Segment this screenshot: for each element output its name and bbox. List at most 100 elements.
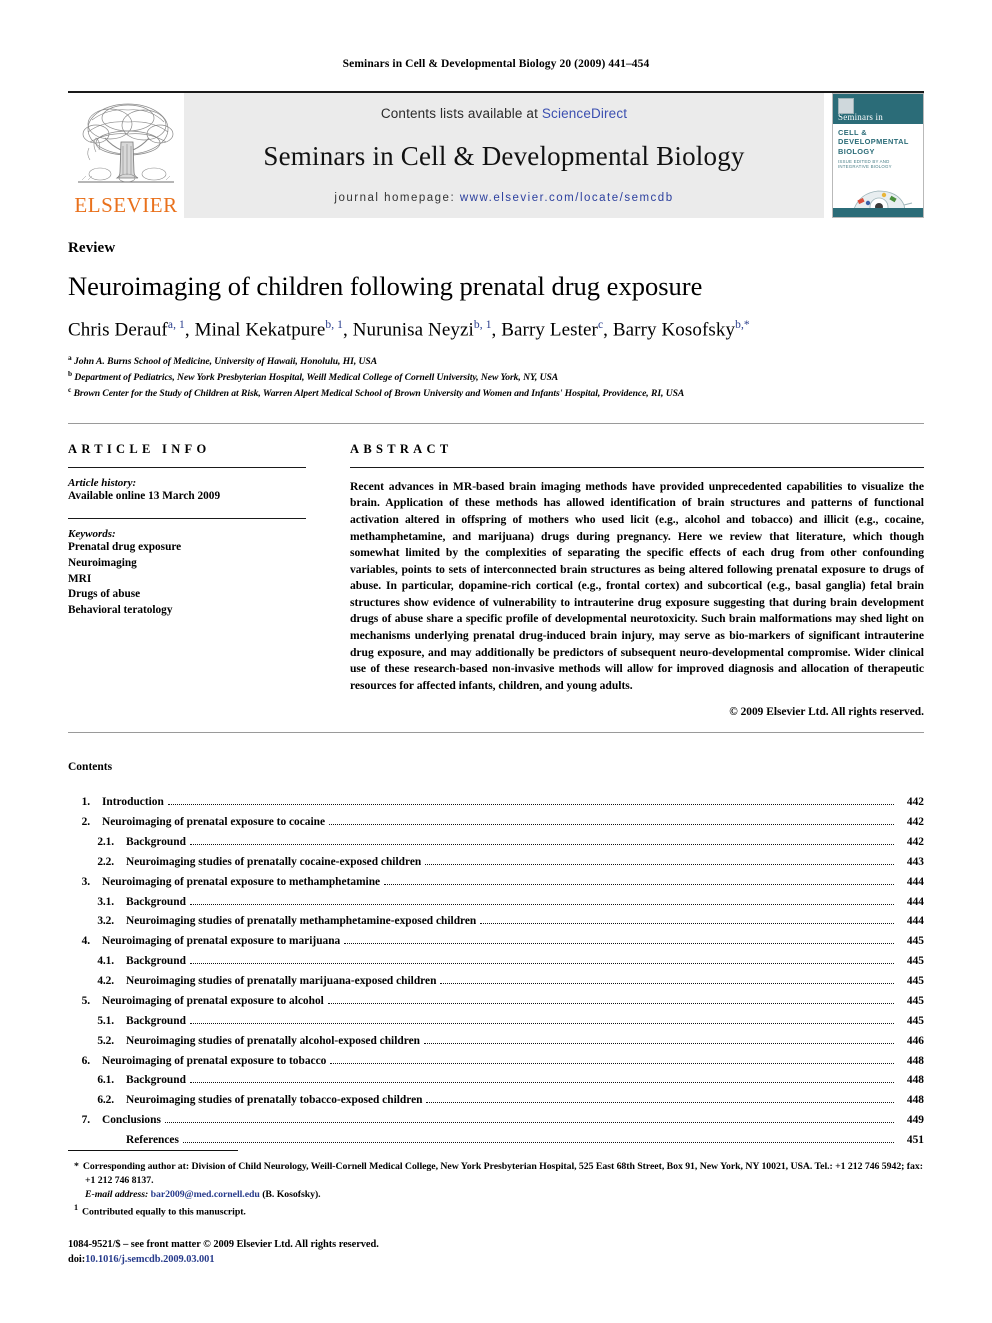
toc-entry-number: 2.2. [97, 855, 114, 868]
article-history-value: Available online 13 March 2009 [68, 489, 221, 502]
cover-title: CELL & DEVELOPMENTAL BIOLOGY [838, 128, 909, 156]
toc-entry[interactable]: 3. Neuroimaging of prenatal exposure to m… [68, 872, 924, 892]
journal-homepage-line: journal homepage: www.elsevier.com/locat… [334, 192, 673, 204]
info-abstract-block: ARTICLE INFO Article history: Available … [68, 422, 924, 718]
email-owner: (B. Kosofsky). [262, 1189, 321, 1201]
doi-label: doi: [68, 1254, 86, 1266]
toc-entry[interactable]: 3.1. Background 444 [68, 892, 924, 912]
toc-entry[interactable]: 5.1. Background 445 [68, 1012, 924, 1032]
toc-entry[interactable]: References 451 [68, 1131, 924, 1151]
toc-entry-number: 1. [81, 796, 90, 809]
toc-leader-dots [426, 1102, 894, 1104]
issn-block: 1084-9521/$ – see front matter © 2009 El… [68, 1237, 924, 1268]
affiliation-mark: b [68, 368, 73, 378]
affiliation-item: c Brown Center for the Study of Children… [68, 384, 685, 399]
author-name: Minal Kekatpure [194, 319, 326, 341]
author-list: Chris Deraufa, 1, Minal Kekatpureb, 1, N… [68, 319, 750, 341]
toc-entry-number: 6. [81, 1054, 90, 1067]
toc-entry[interactable]: 2. Neuroimaging of prenatal exposure to c… [68, 813, 924, 833]
toc-leader-dots [189, 843, 894, 845]
sciencedirect-link[interactable]: ScienceDirect [542, 106, 627, 121]
affiliation-item: a John A. Burns School of Medicine, Univ… [68, 352, 378, 367]
email-link[interactable]: bar2009@med.cornell.edu [151, 1189, 260, 1200]
author-name: Chris Derauf [68, 319, 168, 341]
author-affiliation-mark: b, 1 [473, 319, 492, 332]
toc-entry[interactable]: 6. Neuroimaging of prenatal exposure to t… [68, 1051, 924, 1071]
toc-entry-page: 449 [906, 1114, 924, 1127]
toc-entry-page: 448 [906, 1074, 924, 1087]
toc-entry[interactable]: 5. Neuroimaging of prenatal exposure to a… [68, 992, 924, 1012]
elsevier-tree-icon [74, 98, 178, 194]
keyword-item: Behavioral teratology [68, 603, 173, 616]
author-name: Barry Kosofsky [612, 319, 736, 341]
contents-available-line: Contents lists available at ScienceDirec… [381, 106, 627, 121]
toc-entry-number: 5.1. [97, 1014, 114, 1027]
divider [350, 466, 924, 468]
abstract-column: ABSTRACT Recent advances in MR-based bra… [350, 442, 924, 718]
toc-entry-page: 442 [906, 816, 924, 828]
divider [68, 731, 924, 733]
table-of-contents: 1. Introduction 442 2. Neuroimaging of prena… [68, 793, 924, 1151]
toc-entry-label: Neuroimaging studies of prenatally alcoh… [126, 1034, 420, 1047]
keyword-item: MRI [68, 572, 92, 585]
toc-entry[interactable]: 6.1. Background 448 [68, 1071, 924, 1091]
footnote-email: E-mail address: bar2009@med.cornell.edu … [68, 1188, 924, 1202]
abstract-body: Recent advances in MR-based brain imagin… [350, 479, 924, 692]
contents-heading: Contents [68, 760, 113, 773]
article-type: Review [68, 240, 116, 256]
keywords-label: Keywords: [68, 528, 116, 541]
keyword-item: Drugs of abuse [68, 588, 141, 601]
toc-entry[interactable]: 4.2. Neuroimaging studies of prenatally m… [68, 972, 924, 992]
toc-entry[interactable]: 3.2. Neuroimaging studies of prenatally m… [68, 912, 924, 932]
toc-leader-dots [189, 963, 894, 965]
toc-leader-dots [189, 1082, 894, 1084]
page-title: Neuroimaging of children following prena… [68, 271, 703, 301]
toc-entry-page: 448 [906, 1094, 924, 1107]
toc-entry[interactable]: 4.1. Background 445 [68, 952, 924, 972]
author-affiliation-mark: a, 1 [167, 319, 185, 332]
toc-entry-label: Conclusions [102, 1114, 161, 1127]
cover-subtitle: ISSUE EDITED BY AND INTEGRATIVE BIOLOGY [838, 158, 892, 169]
toc-entry-page: 444 [906, 895, 924, 908]
toc-entry[interactable]: 4. Neuroimaging of prenatal exposure to m… [68, 932, 924, 952]
journal-homepage-link[interactable]: www.elsevier.com/locate/semcdb [460, 192, 674, 204]
toc-entry-label: Background [126, 1074, 186, 1087]
toc-entry-page: 451 [906, 1134, 924, 1146]
divider [68, 466, 306, 468]
toc-entry-page: 448 [906, 1054, 924, 1067]
toc-leader-dots [384, 883, 894, 885]
toc-entry-number: 7. [81, 1114, 90, 1127]
doi-link[interactable]: 10.1016/j.semcdb.2009.03.001 [85, 1254, 214, 1265]
email-label: E-mail address: [85, 1189, 149, 1201]
toc-leader-dots [440, 983, 894, 984]
toc-entry-page: 442 [906, 796, 924, 809]
toc-entry-page: 444 [906, 915, 924, 928]
footnote-divider [68, 1149, 238, 1151]
toc-leader-dots [330, 1062, 894, 1064]
footnote-equal-text: Contributed equally to this manuscript. [82, 1206, 246, 1218]
masthead-center: Contents lists available at ScienceDirec… [184, 93, 824, 218]
article-info-column: ARTICLE INFO Article history: Available … [68, 442, 306, 718]
doi-line: doi:10.1016/j.semcdb.2009.03.001 [68, 1252, 924, 1268]
contents-available-prefix: Contents lists available at [380, 106, 542, 121]
elsevier-logo: ELSEVIER [68, 93, 184, 218]
toc-leader-dots [167, 804, 894, 806]
toc-entry-label: Neuroimaging of prenatal exposure to met… [102, 875, 381, 888]
toc-entry[interactable]: 1. Introduction 442 [68, 793, 924, 813]
toc-entry-number: 5. [81, 994, 90, 1007]
article-info-heading: ARTICLE INFO [68, 441, 211, 456]
toc-entry-number: 4. [81, 935, 90, 948]
footnote-mark: 1 [74, 1203, 79, 1213]
keyword-item: Prenatal drug exposure [68, 541, 182, 554]
toc-entry[interactable]: 7. Conclusions 449 [68, 1111, 924, 1131]
toc-entry-page: 445 [906, 935, 924, 948]
article-history-label: Article history: [68, 476, 137, 489]
toc-entry-page: 443 [906, 855, 924, 868]
toc-entry-label: Neuroimaging studies of prenatally tobac… [126, 1094, 423, 1107]
footnote-corresponding-text: Corresponding author at: Division of Chi… [82, 1160, 923, 1186]
toc-entry[interactable]: 2.1. Background 442 [68, 833, 924, 853]
toc-entry[interactable]: 2.2. Neuroimaging studies of prenatally c… [68, 853, 924, 873]
affiliation-item: b Department of Pediatrics, New York Pre… [68, 368, 559, 383]
toc-entry[interactable]: 5.2. Neuroimaging studies of prenatally a… [68, 1031, 924, 1051]
toc-entry[interactable]: 6.2. Neuroimaging studies of prenatally t… [68, 1091, 924, 1111]
